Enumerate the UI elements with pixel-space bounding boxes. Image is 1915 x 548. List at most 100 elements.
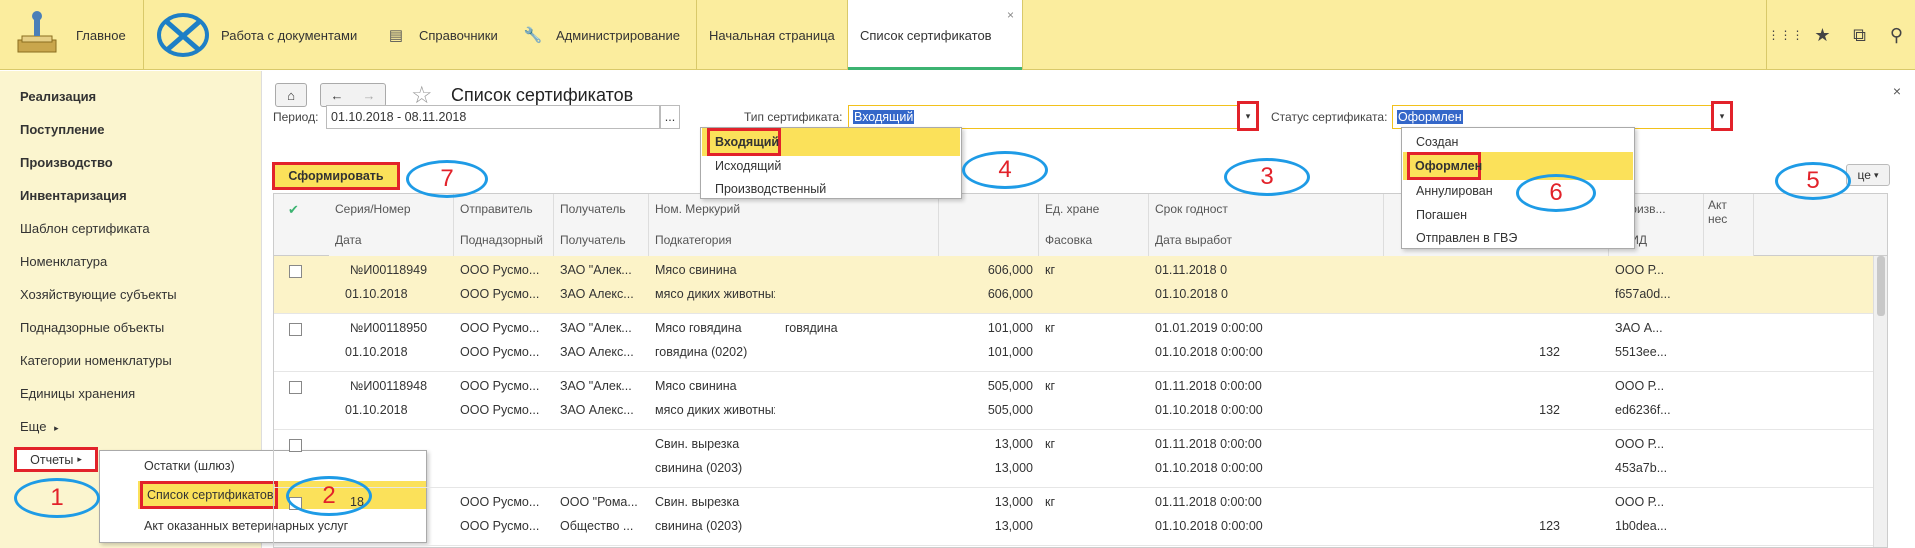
table-cell: №И00118948 xyxy=(350,379,428,393)
table-cell: ЗАО Алекс... xyxy=(560,403,634,417)
col-header-act[interactable]: Акт нес xyxy=(1704,194,1754,256)
sidebar-item-sales[interactable]: Реализация xyxy=(20,89,96,104)
back-arrow-icon[interactable]: ← xyxy=(331,88,344,103)
cert-type-option-incoming[interactable]: Входящий xyxy=(707,128,781,156)
nav-references[interactable]: ▤ Справочники xyxy=(387,0,498,70)
table-row[interactable]: Свин. вырезка 13,000 кг 01.11.2018 0:00:00 О… xyxy=(274,430,1887,488)
menu-item-balances[interactable]: Остатки (шлюз) xyxy=(144,459,235,473)
cert-status-option-redeemed[interactable]: Погашен xyxy=(1416,208,1467,222)
tab-start-page-label[interactable]: Начальная страница xyxy=(709,28,835,43)
col-header-supervised[interactable]: Поднадзорный xyxy=(454,225,554,256)
nav-documents-label[interactable]: Работа с документами xyxy=(221,28,357,43)
sidebar-item-nomenclature[interactable]: Номенклатура xyxy=(20,254,107,269)
cert-status-dropdown-button[interactable]: ▾ xyxy=(1711,101,1733,131)
sidebar-item-nomenclature-categories[interactable]: Категории номенклатуры xyxy=(20,353,172,368)
generate-button[interactable]: Сформировать xyxy=(272,162,400,190)
cert-status-field[interactable]: Оформлен xyxy=(1392,105,1722,129)
col-header-sender[interactable]: Отправитель xyxy=(454,194,554,225)
history-icon[interactable]: ⧉ xyxy=(1841,25,1878,46)
callout-7: 7 xyxy=(406,160,488,198)
tab-certificates-label[interactable]: Список сертификатов xyxy=(860,28,992,43)
sidebar-item-production[interactable]: Производство xyxy=(20,155,113,170)
sidebar-item-more[interactable]: Еще ▸ xyxy=(20,419,59,434)
period-picker-button[interactable]: ... xyxy=(660,105,680,129)
nav-administration-label[interactable]: Администрирование xyxy=(556,28,680,43)
col-header-series[interactable]: Серия/Номер xyxy=(329,194,454,225)
home-icon[interactable] xyxy=(12,10,62,60)
tab-close-icon[interactable]: × xyxy=(1007,8,1014,22)
cert-type-option-incoming-label[interactable]: Входящий xyxy=(715,135,779,149)
sidebar-item-reports-label[interactable]: Отчеты xyxy=(30,453,73,467)
menu-item-certificates-list-label[interactable]: Список сертификатов xyxy=(147,488,274,502)
home-label[interactable]: Главное xyxy=(76,28,126,43)
table-cell: 01.10.2018 0:00:00 xyxy=(1155,461,1263,475)
sidebar-item-business-entities[interactable]: Хозяйствующие субъекты xyxy=(20,287,177,302)
menu-item-certificates-list[interactable]: Список сертификатов xyxy=(140,481,278,509)
cert-status-label: Статус сертификата: xyxy=(1271,110,1388,124)
period-field[interactable]: 01.10.2018 - 08.11.2018 xyxy=(326,105,660,129)
cert-status-option-cancelled[interactable]: Аннулирован xyxy=(1416,184,1493,198)
table-row[interactable]: №И00118949 ООО Русмо... ЗАО "Алек... Мясо с… xyxy=(274,256,1887,314)
nav-administration[interactable]: 🔧 Администрирование xyxy=(524,0,680,70)
row-checkbox[interactable] xyxy=(289,265,302,278)
generate-button-label[interactable]: Сформировать xyxy=(288,169,383,183)
table-row[interactable]: №И00118950 ООО Русмо... ЗАО "Алек... Мясо г… xyxy=(274,314,1887,372)
col-header-expiry[interactable]: Срок годност xyxy=(1149,194,1384,225)
col-header-recipient[interactable]: Получатель xyxy=(554,194,649,225)
table-cell: 01.10.2018 xyxy=(345,345,408,359)
scrollbar-thumb[interactable] xyxy=(1877,256,1885,316)
table-cell: 505,000 xyxy=(987,379,1033,393)
cert-status-option-issued[interactable]: Оформлен xyxy=(1407,152,1482,180)
home-button[interactable]: ⌂ xyxy=(275,83,307,107)
cert-type-option-production[interactable]: Производственный xyxy=(715,182,826,196)
forward-arrow-icon[interactable]: → xyxy=(363,88,376,103)
sidebar-item-receipt[interactable]: Поступление xyxy=(20,122,105,137)
home-section[interactable]: Главное xyxy=(0,0,143,70)
sidebar-item-supervised-objects[interactable]: Поднадзорные объекты xyxy=(20,320,164,335)
star-icon[interactable]: ★ xyxy=(1804,25,1841,46)
row-checkbox[interactable] xyxy=(289,323,302,336)
col-header-unit[interactable]: Ед. хране xyxy=(1039,194,1149,225)
sidebar-item-cert-template[interactable]: Шаблон сертификата xyxy=(20,221,150,236)
cert-status-option-created[interactable]: Создан xyxy=(1416,135,1458,149)
nav-references-label[interactable]: Справочники xyxy=(419,28,498,43)
mark-all-icon[interactable]: ✔ xyxy=(288,202,304,217)
sidebar-item-inventory[interactable]: Инвентаризация xyxy=(20,188,127,203)
sidebar-item-more-label[interactable]: Еще xyxy=(20,419,46,434)
chevron-down-icon: ▾ xyxy=(1873,169,1879,180)
more-button[interactable]: це ▾ xyxy=(1846,164,1890,186)
search-icon[interactable]: ⚲ xyxy=(1878,25,1915,46)
cert-type-dropdown-button[interactable]: ▾ xyxy=(1237,101,1259,131)
sidebar-item-reports[interactable]: Отчеты ▸ xyxy=(14,447,98,472)
table-row[interactable]: №И00118948 ООО Русмо... ЗАО "Алек... Мясо с… xyxy=(274,372,1887,430)
cert-status-option-issued-label[interactable]: Оформлен xyxy=(1415,159,1482,173)
table-row[interactable]: 18 ООО Русмо... ООО "Рома... Свин. вырезка 1… xyxy=(274,488,1887,546)
table-cell: ООО Русмо... xyxy=(460,495,540,509)
col-header-packing[interactable]: Фасовка xyxy=(1039,225,1149,256)
row-checkbox[interactable] xyxy=(289,381,302,394)
table-cell: 123 xyxy=(1539,519,1560,533)
cert-type-option-outgoing[interactable]: Исходящий xyxy=(715,159,781,173)
table-scrollbar[interactable] xyxy=(1873,256,1887,547)
table-cell: ООО "Рома... xyxy=(560,495,638,509)
col-header-quantity2[interactable] xyxy=(939,225,1039,256)
table-cell: ООО Русмо... xyxy=(460,287,540,301)
row-checkbox[interactable] xyxy=(289,439,302,452)
page-title: Список сертификатов xyxy=(451,85,634,105)
cert-type-field[interactable]: Входящий xyxy=(848,105,1248,129)
col-header-subcategory[interactable]: Подкатегория xyxy=(649,225,939,256)
nav-documents[interactable]: Работа с документами xyxy=(221,0,357,70)
grid-icon[interactable]: ⋮⋮⋮ xyxy=(1767,28,1804,42)
cert-status-option-sent-gve[interactable]: Отправлен в ГВЭ xyxy=(1416,231,1517,245)
col-header-recipient2[interactable]: Получатель xyxy=(554,225,649,256)
col-header-date[interactable]: Дата xyxy=(329,225,454,256)
table-cell: ЗАО Алекс... xyxy=(560,345,634,359)
table-cell: 01.11.2018 0 xyxy=(1155,263,1228,277)
tab-start-page[interactable]: Начальная страница xyxy=(697,0,847,70)
tab-certificates[interactable]: Список сертификатов × xyxy=(847,0,1023,70)
table-cell: Свин. вырезка xyxy=(655,437,740,451)
sidebar-item-storage-units[interactable]: Единицы хранения xyxy=(20,386,135,401)
more-button-label[interactable]: це xyxy=(1858,168,1871,182)
form-close-icon[interactable]: × xyxy=(1893,83,1901,99)
col-header-production-date[interactable]: Дата выработ xyxy=(1149,225,1384,256)
